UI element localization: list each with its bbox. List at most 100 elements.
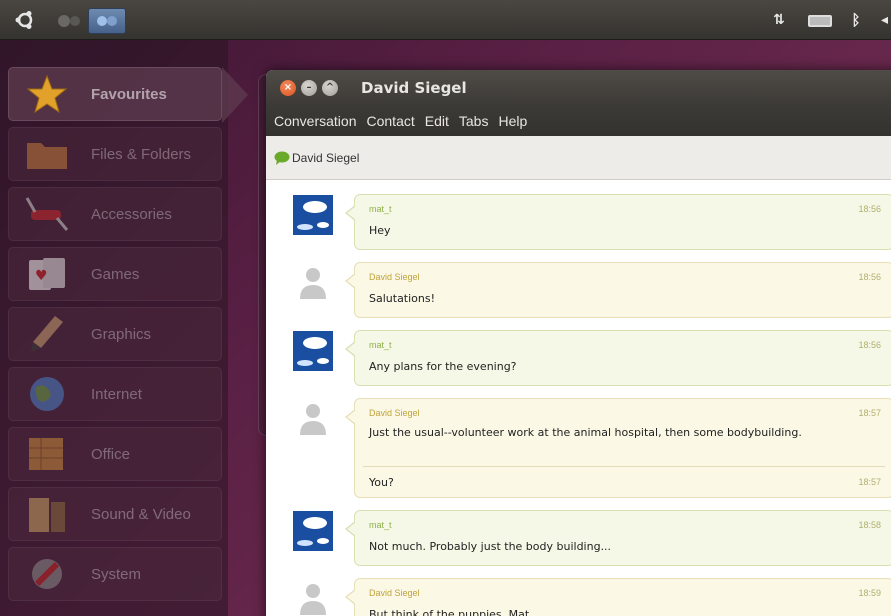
category-label: Internet: [91, 385, 142, 403]
category-favourites[interactable]: Favourites: [8, 67, 222, 121]
bubble-pointer: [345, 341, 356, 357]
message-sender[interactable]: David Siegel: [369, 408, 420, 418]
menubar: Conversation Contact Edit Tabs Help: [266, 106, 891, 136]
tab-contact-name[interactable]: David Siegel: [292, 151, 359, 165]
user-avatar-icon: [293, 511, 333, 551]
category-label: Sound & Video: [91, 505, 191, 523]
category-label: System: [91, 565, 142, 583]
wrench-icon: [21, 551, 73, 597]
bubble-pointer: [345, 521, 356, 537]
message-bubble: David Siegel 18:56 Salutations!: [345, 262, 891, 318]
message-text: Not much. Probably just the body buildin…: [369, 540, 612, 553]
network-icon[interactable]: ⇅: [768, 10, 790, 30]
window-titlebar[interactable]: × – ^ David Siegel: [266, 70, 891, 106]
category-graphics[interactable]: Graphics: [8, 307, 222, 361]
minimize-button[interactable]: –: [301, 80, 317, 96]
avatar: [292, 398, 334, 440]
paintbrush-icon: [21, 311, 73, 357]
bluetooth-icon[interactable]: ᛒ: [848, 10, 864, 30]
chat-bubble-icon: [274, 151, 290, 165]
tab-bar: David Siegel: [266, 136, 891, 180]
default-avatar-icon: [300, 584, 326, 615]
message-time: 18:57: [858, 477, 881, 487]
message-bubble: David Siegel 18:59 But think of the pupp…: [345, 578, 891, 616]
bubble-pointer: [345, 589, 356, 605]
message-bubble: David Siegel 18:57 Just the usual--volun…: [345, 398, 891, 498]
media-icon: [21, 491, 73, 537]
message-sender[interactable]: mat_t: [369, 340, 392, 350]
svg-text:♥: ♥: [35, 268, 48, 284]
message-sender[interactable]: David Siegel: [369, 272, 420, 282]
user-avatar-icon: [293, 331, 333, 371]
menu-edit[interactable]: Edit: [425, 113, 449, 129]
message-text: Any plans for the evening?: [369, 360, 517, 373]
avatar: [292, 510, 334, 552]
bubble-pointer: [345, 409, 356, 425]
message-time: 18:59: [858, 588, 881, 598]
category-label: Games: [91, 265, 140, 283]
category-label: Files & Folders: [91, 145, 192, 163]
message-sender[interactable]: mat_t: [369, 520, 392, 530]
folder-icon: [21, 131, 73, 177]
category-internet[interactable]: Internet: [8, 367, 222, 421]
menu-contact[interactable]: Contact: [367, 113, 415, 129]
message-time: 18:57: [858, 408, 881, 418]
swiss-knife-icon: [21, 191, 73, 237]
category-label: Graphics: [91, 325, 152, 343]
category-games[interactable]: ♥ Games: [8, 247, 222, 301]
chat-window: × – ^ David Siegel Conversation Contact …: [266, 70, 891, 616]
back-button[interactable]: [52, 8, 86, 34]
message-time: 18:56: [858, 272, 881, 282]
message-divider: [363, 466, 885, 467]
cards-icon: ♥: [21, 251, 73, 297]
maximize-button[interactable]: ^: [322, 80, 338, 96]
star-icon: [21, 71, 73, 117]
globe-icon: [21, 371, 73, 417]
avatar: [292, 262, 334, 304]
user-avatar-icon: [293, 195, 333, 235]
ubuntu-logo-icon[interactable]: [14, 9, 36, 31]
bubble-pointer: [345, 273, 356, 289]
default-avatar-icon: [300, 404, 326, 435]
session-indicator-icon[interactable]: ◂: [878, 10, 891, 30]
category-label: Accessories: [91, 205, 172, 223]
message-text: But think of the puppies, Mat.: [369, 608, 533, 616]
close-button[interactable]: ×: [280, 80, 296, 96]
message-time: 18:56: [858, 340, 881, 350]
message-text: Hey: [369, 224, 391, 237]
category-sound-video[interactable]: Sound & Video: [8, 487, 222, 541]
office-icon: [21, 431, 73, 477]
category-label: Office: [91, 445, 130, 463]
bubble-pointer: [345, 205, 356, 221]
category-system[interactable]: System: [8, 547, 222, 601]
workspace-switcher-button[interactable]: [88, 8, 126, 34]
category-label: Favourites: [91, 85, 167, 103]
conversation-view[interactable]: mat_t 18:56 Hey David Siegel 18:56 Salut…: [266, 180, 891, 616]
active-category-pointer: [222, 67, 248, 123]
message-bubble: mat_t 18:56 Hey: [345, 194, 891, 250]
menu-tabs[interactable]: Tabs: [459, 113, 489, 129]
back-arrow-icon: [58, 15, 80, 27]
message-text: You?: [369, 476, 394, 489]
message-sender[interactable]: mat_t: [369, 204, 392, 214]
launcher-sidebar: Favourites Files & Folders Accessories ♥…: [0, 40, 228, 616]
ubuntu-logo-svg: [15, 11, 33, 29]
menu-help[interactable]: Help: [498, 113, 527, 129]
message-sender[interactable]: David Siegel: [369, 588, 420, 598]
message-bubble: mat_t 18:56 Any plans for the evening?: [345, 330, 891, 386]
category-office[interactable]: Office: [8, 427, 222, 481]
menu-conversation[interactable]: Conversation: [274, 113, 357, 129]
category-accessories[interactable]: Accessories: [8, 187, 222, 241]
battery-icon[interactable]: [808, 15, 832, 27]
workspace-icon: [97, 16, 117, 26]
message-bubble: mat_t 18:58 Not much. Probably just the …: [345, 510, 891, 566]
message-time: 18:56: [858, 204, 881, 214]
message-text: Just the usual--volunteer work at the an…: [369, 426, 802, 439]
message-time: 18:58: [858, 520, 881, 530]
default-avatar-icon: [300, 268, 326, 299]
avatar: [292, 330, 334, 372]
top-panel: ⇅ ᛒ ◂: [0, 0, 891, 40]
avatar: [292, 194, 334, 236]
category-files-folders[interactable]: Files & Folders: [8, 127, 222, 181]
avatar: [292, 578, 334, 616]
